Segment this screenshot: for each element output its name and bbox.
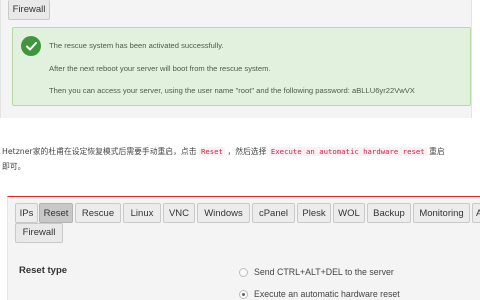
tab-windows[interactable]: Windows: [197, 203, 250, 223]
tab-reset[interactable]: Reset: [39, 203, 73, 223]
server-tabs-panel-top: Firewall The rescue system has been acti…: [0, 0, 472, 118]
instruction-text-3: 重启: [426, 147, 445, 156]
tab-rescue[interactable]: Rescue: [75, 203, 121, 223]
option-hardware-reset[interactable]: Execute an automatic hardware reset: [239, 289, 400, 299]
tab-overflow[interactable]: A: [472, 203, 480, 223]
reset-type-label: Reset type: [19, 265, 68, 276]
radio-hardware-reset[interactable]: [239, 289, 248, 299]
tab-firewall[interactable]: Firewall: [8, 0, 50, 20]
option-ctrl-alt-del[interactable]: Send CTRL+ALT+DEL to the server: [239, 267, 394, 277]
tab-firewall-bottom[interactable]: Firewall: [15, 223, 63, 243]
check-circle-icon: [21, 36, 41, 56]
alert-line-1: The rescue system has been activated suc…: [49, 41, 224, 50]
option-ctrl-alt-del-label: Send CTRL+ALT+DEL to the server: [254, 267, 394, 277]
server-tabs-panel: IPs Reset Rescue Linux VNC Windows cPane…: [7, 196, 480, 300]
instruction-paragraph: Hetzner家的杜甫在设定恢复模式后需要手动重启，点击 Reset ，然后选择…: [2, 144, 476, 174]
instruction-text-4: 即可。: [2, 162, 26, 171]
tab-wol[interactable]: WOL: [333, 203, 365, 223]
instruction-text-2: ，然后选择: [224, 147, 269, 156]
tab-ips[interactable]: IPs: [15, 203, 38, 223]
radio-ctrl-alt-del[interactable]: [239, 267, 248, 277]
tab-plesk[interactable]: Plesk: [297, 203, 331, 223]
instruction-text-1: Hetzner家的杜甫在设定恢复模式后需要手动重启，点击: [2, 147, 199, 156]
alert-line-2: After the next reboot your server will b…: [49, 64, 271, 73]
tab-backup[interactable]: Backup: [367, 203, 411, 223]
code-execute-reset: Execute an automatic hardware reset: [268, 147, 427, 156]
tab-linux[interactable]: Linux: [123, 203, 161, 223]
code-reset: Reset: [198, 147, 225, 156]
alert-line-3: Then you can access your server, using t…: [49, 86, 415, 95]
tab-monitoring[interactable]: Monitoring: [413, 203, 470, 223]
option-hardware-reset-label: Execute an automatic hardware reset: [254, 289, 400, 299]
success-alert: The rescue system has been activated suc…: [12, 27, 471, 106]
tab-vnc[interactable]: VNC: [163, 203, 195, 223]
tab-cpanel[interactable]: cPanel: [252, 203, 295, 223]
